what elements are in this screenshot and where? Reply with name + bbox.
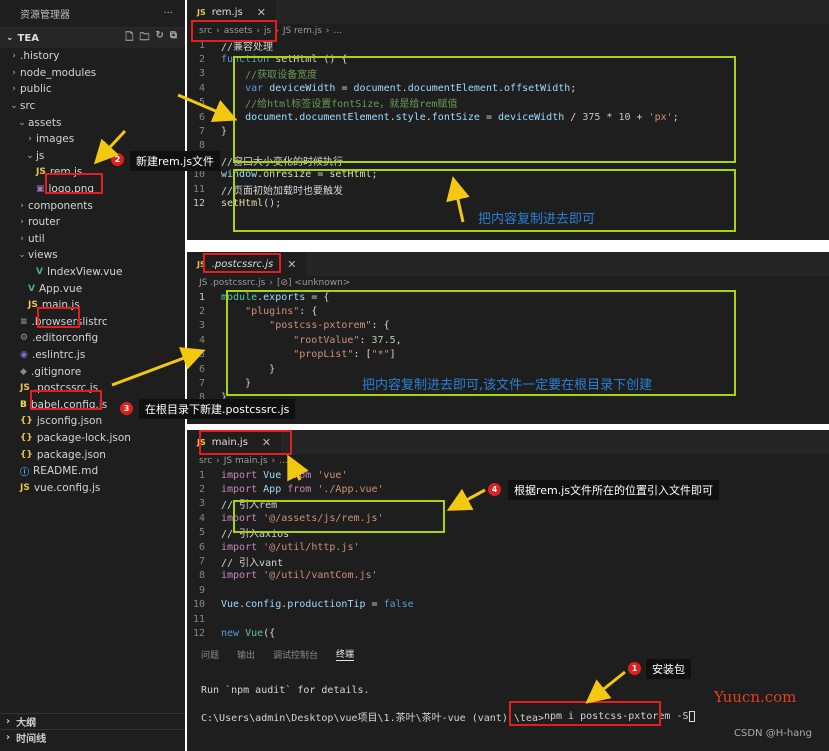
arrow bbox=[446, 488, 486, 511]
arrow bbox=[111, 347, 206, 387]
annotation-arrows bbox=[93, 93, 626, 704]
watermark: Yuucn.com bbox=[714, 688, 797, 706]
arrow bbox=[177, 93, 238, 122]
arrow bbox=[585, 670, 626, 704]
csdn-credit: CSDN @H-hang bbox=[734, 728, 812, 739]
arrow bbox=[93, 129, 127, 165]
arrow bbox=[446, 176, 470, 223]
arrow bbox=[287, 454, 309, 482]
